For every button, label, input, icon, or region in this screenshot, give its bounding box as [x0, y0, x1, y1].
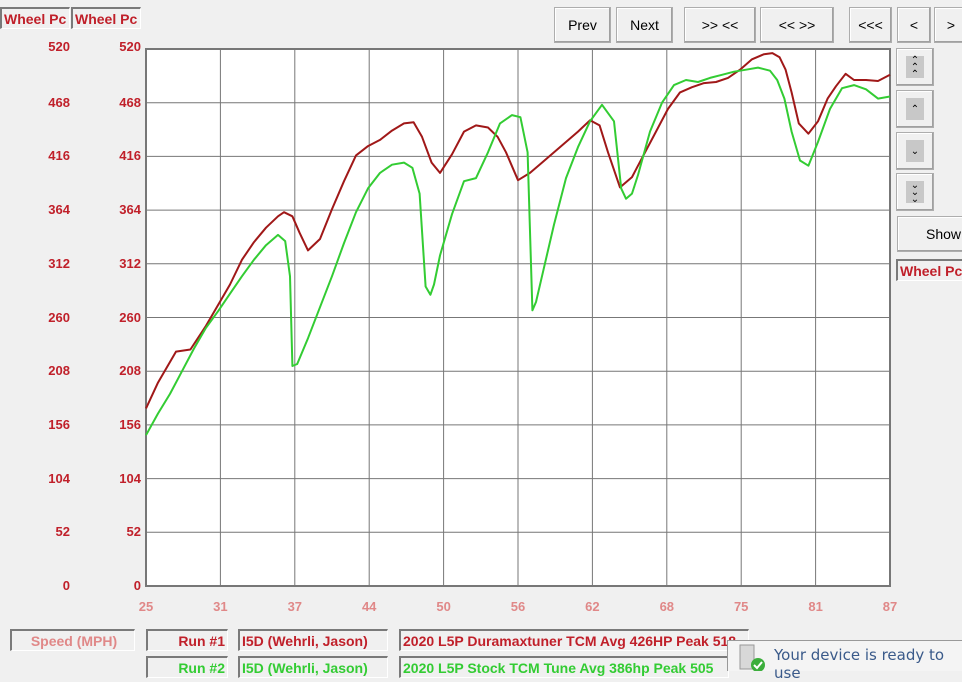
power-vs-speed-chart	[145, 48, 891, 587]
double-chevron-up-icon: ⌃ ⌃ ⌃	[906, 55, 924, 79]
scroll-down-button[interactable]: ⌄	[896, 132, 934, 170]
device-ready-notification[interactable]: Your device is ready to use	[727, 640, 962, 682]
x-axis-name-field[interactable]: Speed (MPH)	[10, 629, 135, 651]
run-1-label: Run #1	[146, 629, 228, 651]
right-channel-field[interactable]: Wheel Pc	[896, 259, 962, 281]
run-1-description: 2020 L5P Duramaxtuner TCM Avg 426HP Peak…	[399, 629, 749, 651]
chevron-up-icon: ⌃	[906, 98, 924, 120]
scroll-top-button[interactable]: ⌃ ⌃ ⌃	[896, 48, 934, 86]
chevron-down-icon: ⌄	[906, 140, 924, 162]
run-2-label: Run #2	[146, 656, 228, 678]
run-2-operator: I5D (Wehrli, Jason)	[238, 656, 388, 678]
show-button[interactable]: Show	[897, 216, 962, 252]
run-1-operator: I5D (Wehrli, Jason)	[238, 629, 388, 651]
notification-text: Your device is ready to use	[774, 646, 945, 682]
device-check-icon	[739, 644, 765, 671]
double-chevron-down-icon: ⌄ ⌄ ⌄	[906, 180, 924, 204]
run-2-description: 2020 L5P Stock TCM Tune Avg 386hp Peak 5…	[399, 656, 729, 678]
scroll-up-button[interactable]: ⌃	[896, 90, 934, 128]
scroll-bottom-button[interactable]: ⌄ ⌄ ⌄	[896, 173, 934, 211]
